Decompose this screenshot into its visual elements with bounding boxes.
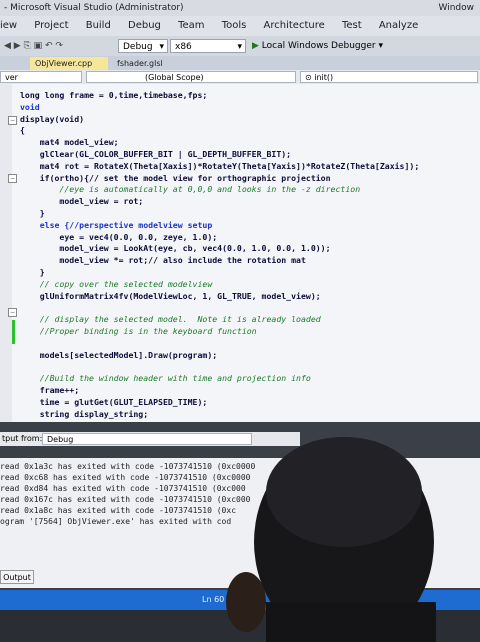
code-line[interactable]: frame++; — [20, 385, 79, 395]
menu-view[interactable]: iew — [0, 20, 17, 31]
person-head-silhouette — [226, 432, 476, 642]
output-line: read 0x1a8c has exited with code -107374… — [0, 506, 237, 515]
tab-output[interactable]: Output — [0, 570, 34, 584]
menu-team[interactable]: Team — [178, 20, 204, 31]
code-line[interactable]: { — [20, 125, 25, 135]
window-title-extra: Window — [438, 3, 475, 13]
chevron-down-icon: ▾ — [378, 41, 383, 51]
code-line[interactable]: mat4 model_view; — [20, 137, 119, 147]
toolbar: ◀ ▶ ⎘ ▣ ↶ ↷ Debug ▾ x86 ▾ ▶ Local Window… — [0, 36, 480, 56]
code-line[interactable]: long long frame = 0,time,timebase,fps; — [20, 90, 207, 100]
code-line[interactable]: models[selectedModel].Draw(program); — [20, 350, 217, 360]
platform-dropdown[interactable]: x86 ▾ — [170, 39, 246, 53]
cursor-position: Ln 60 — [202, 595, 225, 604]
code-line[interactable]: //eye is automatically at 0,0,0 and look… — [20, 184, 360, 194]
solution-config-dropdown[interactable]: Debug ▾ — [118, 39, 168, 53]
code-line[interactable]: model_view *= rot;// also include the ro… — [20, 255, 305, 265]
title-bar: - Microsoft Visual Studio (Administrator… — [0, 0, 480, 16]
start-debugging-label: Local Windows Debugger — [261, 41, 376, 51]
code-line[interactable]: model_view = rot; — [20, 196, 143, 206]
output-line: read 0xc68 has exited with code -1073741… — [0, 473, 251, 482]
code-line[interactable]: string display_string; — [20, 409, 148, 419]
code-line[interactable]: time = glutGet(GLUT_ELAPSED_TIME); — [20, 397, 208, 407]
play-icon: ▶ — [252, 41, 259, 51]
change-indicator — [12, 320, 15, 344]
chevron-down-icon: ▾ — [237, 42, 242, 52]
menu-project[interactable]: Project — [34, 20, 68, 31]
menu-test[interactable]: Test — [342, 20, 362, 31]
tab-label: fshader.glsl — [117, 59, 163, 68]
project-dropdown[interactable]: ver — [0, 71, 82, 83]
chevron-down-icon: ▾ — [159, 42, 164, 52]
output-tab-label: Output — [3, 573, 31, 582]
code-line[interactable]: mat4 rot = RotateX(Theta[Xaxis])*RotateY… — [20, 161, 420, 171]
solution-config-value: Debug — [123, 42, 153, 52]
platform-value: x86 — [175, 42, 192, 52]
member-value: init() — [314, 73, 334, 82]
code-line[interactable]: } — [20, 267, 45, 277]
code-editor[interactable]: − − − long long frame = 0,time,timebase,… — [0, 84, 480, 422]
code-line[interactable]: // display the selected model. Note it i… — [20, 314, 321, 324]
code-line[interactable]: else {//perspective modelview setup — [20, 220, 213, 230]
menu-tools[interactable]: Tools — [222, 20, 247, 31]
output-source-dropdown[interactable]: Debug — [42, 433, 252, 445]
document-tabs: ObjViewer.cpp ⊕ ✕ fshader.glsl — [0, 56, 480, 81]
code-line[interactable]: } — [20, 208, 45, 218]
tab-objviewer-cpp[interactable]: ObjViewer.cpp ⊕ ✕ — [30, 57, 108, 81]
code-line[interactable]: glClear(GL_COLOR_BUFFER_BIT | GL_DEPTH_B… — [20, 149, 291, 159]
member-dropdown[interactable]: ⊙ init() — [300, 71, 478, 83]
window-title: - Microsoft Visual Studio (Administrator… — [4, 3, 184, 13]
code-line[interactable]: eye = vec4(0.0, 0.0, zeye, 1.0); — [20, 232, 217, 242]
menu-bar: iew Project Build Debug Team Tools Archi… — [0, 16, 480, 36]
method-icon: ⊙ — [305, 73, 312, 82]
start-debugging-button[interactable]: ▶ Local Windows Debugger ▾ — [252, 36, 383, 56]
code-line[interactable]: //Proper binding is in the keyboard func… — [20, 326, 257, 336]
output-source-value: Debug — [47, 435, 74, 444]
tab-label: ObjViewer.cpp — [35, 59, 93, 68]
navigation-bar: ver (Global Scope) ⊙ init() — [0, 70, 480, 84]
output-line: read 0x1a3c has exited with code -107374… — [0, 462, 256, 471]
collapse-icon[interactable]: − — [8, 174, 17, 183]
code-line[interactable]: glUniformMatrix4fv(ModelViewLoc, 1, GL_T… — [20, 291, 321, 301]
code-line[interactable]: void — [20, 102, 40, 112]
editor-gutter — [0, 84, 12, 422]
menu-analyze[interactable]: Analyze — [379, 20, 418, 31]
code-line[interactable]: if(ortho){// set the model view for orth… — [20, 173, 331, 183]
code-line[interactable]: display(void) — [20, 114, 84, 124]
code-line[interactable]: //Build the window header with time and … — [20, 373, 311, 383]
menu-architecture[interactable]: Architecture — [264, 20, 325, 31]
toolbar-icons[interactable]: ◀ ▶ ⎘ ▣ ↶ ↷ — [4, 36, 63, 56]
scope-dropdown[interactable]: (Global Scope) — [86, 71, 296, 83]
code-line[interactable]: // copy over the selected modelview — [20, 279, 213, 289]
output-line: read 0xd84 has exited with code -1073741… — [0, 484, 246, 493]
project-value: ver — [5, 73, 18, 82]
output-from-label: tput from: — [2, 434, 43, 443]
code-line[interactable]: model_view = LookAt(eye, cb, vec4(0.0, 1… — [20, 243, 330, 253]
tab-fshader-glsl[interactable]: fshader.glsl — [112, 57, 168, 70]
output-line: ogram '[7564] ObjViewer.exe' has exited … — [0, 517, 232, 526]
scope-value: (Global Scope) — [145, 73, 204, 82]
collapse-icon[interactable]: − — [8, 116, 17, 125]
output-line: read 0x167c has exited with code -107374… — [0, 495, 251, 504]
collapse-icon[interactable]: − — [8, 308, 17, 317]
menu-debug[interactable]: Debug — [128, 20, 161, 31]
menu-build[interactable]: Build — [86, 20, 111, 31]
